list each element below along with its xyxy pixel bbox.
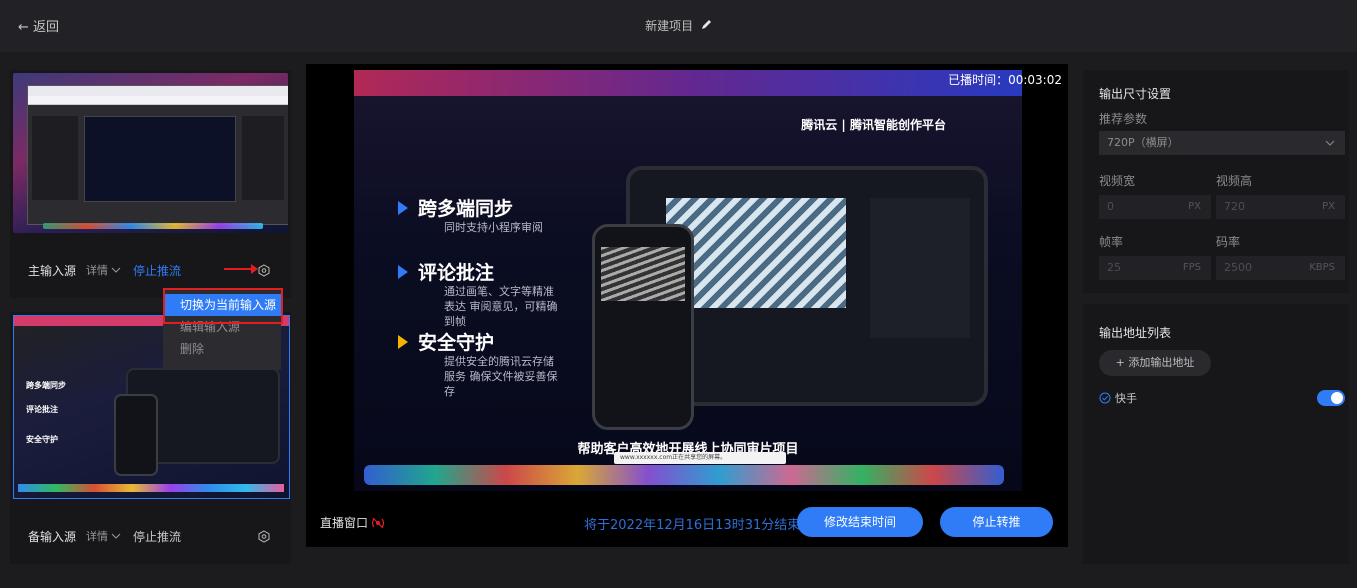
width-label: 视频宽 [1099, 174, 1136, 188]
menu-delete[interactable]: 删除 [163, 338, 281, 360]
thumb-slide-3: 安全守护 [26, 435, 58, 444]
page-title: 新建项目 [0, 17, 1357, 34]
screen-share-toast: www.xxxxxx.com正在共享您的屏幕。 [614, 452, 786, 464]
primary-source-label: 主输入源 [28, 263, 77, 278]
bitrate-field[interactable]: 2500 KBPS [1216, 256, 1345, 280]
output-list-heading: 输出地址列表 [1099, 326, 1172, 340]
backup-source-detail-toggle[interactable]: 详情 [86, 528, 121, 544]
thumbnail-dock [43, 223, 263, 229]
output-size-heading: 输出尺寸设置 [1099, 87, 1172, 101]
add-output-button[interactable]: + 添加输出地址 [1099, 350, 1211, 376]
primary-source-panel: 主输入源 详情 停止推流 [10, 70, 291, 298]
backup-source-label: 备输入源 [28, 529, 77, 544]
played-time: 已播时间：00:03:02 [948, 73, 1062, 87]
primary-stop-push-link[interactable]: 停止推流 [133, 262, 181, 279]
detail-label: 详情 [86, 264, 109, 277]
feature-title-2: 评论批注 [398, 258, 494, 285]
live-window-label: 直播窗口 [320, 514, 385, 531]
primary-source-detail-toggle[interactable]: 详情 [86, 262, 121, 278]
output-toggle[interactable] [1317, 390, 1345, 406]
feature-sub-2: 通过画笔、文字等精准表达 审阅意见，可精确到帧 [444, 285, 558, 328]
menu-edit-source[interactable]: 编辑输入源 [163, 316, 281, 338]
backup-settings-gear-icon[interactable] [257, 529, 271, 543]
live-off-icon [372, 517, 385, 528]
brand-logo: 腾讯云 | 腾讯智能创作平台 [801, 118, 946, 132]
chevron-down-icon [111, 267, 121, 273]
phone-mockup [592, 224, 694, 430]
edit-pencil-icon[interactable] [701, 19, 712, 33]
stop-relay-button[interactable]: 停止转推 [940, 507, 1053, 537]
preview-dock [364, 465, 1004, 485]
chevron-down-icon [1325, 131, 1335, 155]
backup-stop-push-link[interactable]: 停止推流 [133, 528, 181, 545]
bitrate-label: 码率 [1216, 235, 1241, 249]
project-title: 新建项目 [645, 19, 694, 33]
primary-settings-gear-icon[interactable] [257, 263, 271, 277]
height-field[interactable]: 720 PX [1216, 195, 1345, 219]
end-time-text: 将于2022年12月16日13时31分结束 [584, 518, 801, 533]
menu-switch-to-current[interactable]: 切换为当前输入源 [163, 294, 281, 316]
preview-video: 腾讯云 | 腾讯智能创作平台 跨多端同步 同时支持小程序审阅 评论批注 通过画笔… [354, 70, 1022, 491]
recommend-value: 720P（横屏） [1107, 136, 1179, 149]
feature-sub-1: 同时支持小程序审阅 [444, 221, 543, 234]
backup-source-row: 备输入源 详情 停止推流 [10, 508, 291, 564]
recommend-select[interactable]: 720P（横屏） [1099, 131, 1345, 155]
output-item-name: 快手 [1115, 392, 1137, 405]
fps-field[interactable]: 25 FPS [1099, 256, 1211, 280]
output-item-kuaishou[interactable]: 快手 [1099, 390, 1137, 406]
feature-title-1: 跨多端同步 [398, 194, 513, 221]
thumb-slide-1: 跨多端同步 [26, 381, 66, 390]
source-context-menu: 切换为当前输入源 编辑输入源 删除 [163, 288, 281, 370]
primary-source-thumbnail[interactable] [13, 73, 288, 233]
check-circle-icon [1099, 392, 1111, 404]
height-label: 视频高 [1216, 174, 1253, 188]
output-size-panel: 输出尺寸设置 推荐参数 720P（横屏） 视频宽 视频高 0 PX 720 PX 帧… [1083, 70, 1349, 293]
feature-title-3: 安全守护 [398, 328, 494, 355]
chevron-down-icon [111, 533, 121, 539]
top-bar: ← 返回 新建项目 [0, 0, 1357, 52]
output-address-panel: 输出地址列表 + 添加输出地址 快手 [1083, 304, 1349, 564]
recommend-label: 推荐参数 [1099, 112, 1148, 126]
annotation-arrow [224, 264, 258, 274]
thumb-slide-2: 评论批注 [26, 405, 58, 414]
live-preview-panel: 腾讯云 | 腾讯智能创作平台 跨多端同步 同时支持小程序审阅 评论批注 通过画笔… [306, 64, 1068, 547]
thumbnail-dock [18, 484, 284, 492]
width-field[interactable]: 0 PX [1099, 195, 1211, 219]
thumbnail-browser-window [27, 85, 288, 225]
fps-label: 帧率 [1099, 235, 1124, 249]
detail-label: 详情 [86, 530, 109, 543]
modify-end-time-button[interactable]: 修改结束时间 [797, 507, 923, 537]
feature-sub-3: 提供安全的腾讯云存储服务 确保文件被妥善保存 [444, 355, 558, 398]
